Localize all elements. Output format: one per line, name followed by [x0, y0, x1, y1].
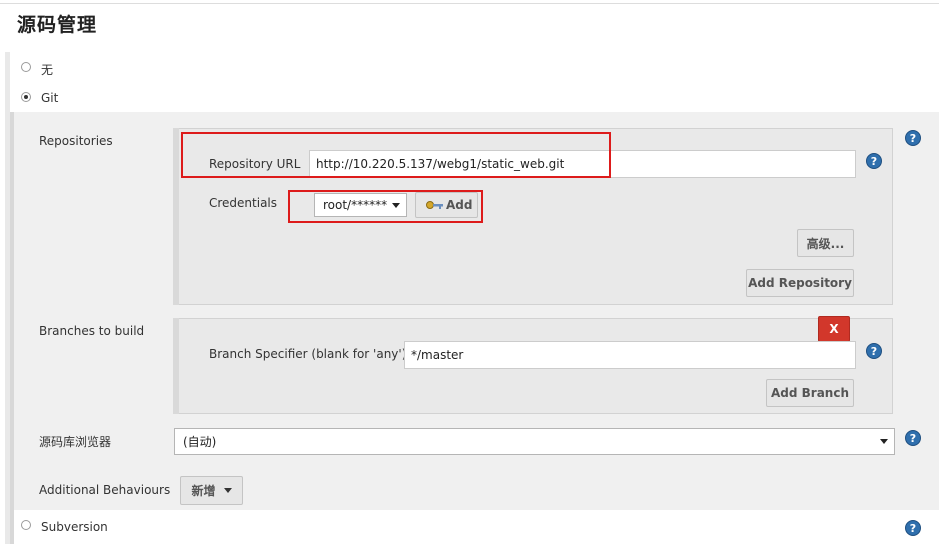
branch-specifier-label: Branch Specifier (blank for 'any'): [209, 347, 407, 361]
branches-panel-edge: [173, 318, 179, 414]
scm-none-radio[interactable]: [21, 62, 31, 72]
highlight-credentials: [288, 190, 483, 223]
branch-specifier-input[interactable]: */master: [404, 341, 856, 369]
branches-label: Branches to build: [39, 324, 145, 338]
repositories-panel-edge: [173, 128, 179, 305]
section-title: 源码管理: [17, 14, 98, 36]
advanced-button[interactable]: 高级...: [797, 229, 854, 257]
scm-git-label[interactable]: Git: [41, 91, 58, 105]
branch-specifier-help-icon[interactable]: ?: [866, 343, 882, 359]
add-behaviour-label: 新增: [191, 484, 216, 498]
add-branch-button[interactable]: Add Branch: [766, 379, 854, 407]
additional-behaviours-label: Additional Behaviours: [39, 483, 171, 497]
scm-subversion-label[interactable]: Subversion: [41, 520, 108, 534]
repository-browser-select[interactable]: (自动): [174, 428, 895, 455]
repository-browser-value: (自动): [183, 435, 217, 449]
repositories-help-icon[interactable]: ?: [905, 130, 921, 146]
add-repository-button[interactable]: Add Repository: [746, 269, 854, 297]
repository-browser-label: 源码库浏览器: [39, 435, 112, 449]
repository-browser-help-icon[interactable]: ?: [905, 430, 921, 446]
chevron-down-icon: [880, 439, 888, 444]
top-divider: [0, 3, 939, 4]
credentials-label: Credentials: [209, 196, 278, 210]
scm-subversion-radio[interactable]: [21, 520, 31, 530]
scm-git-radio[interactable]: [21, 92, 31, 102]
add-behaviour-button[interactable]: 新增: [180, 476, 243, 505]
delete-branch-button[interactable]: X: [818, 316, 850, 342]
subversion-help-icon[interactable]: ?: [905, 520, 921, 536]
scm-none-label[interactable]: 无: [41, 61, 53, 78]
chevron-down-icon: [223, 488, 232, 493]
repositories-label: Repositories: [39, 134, 113, 148]
highlight-repository-url: [181, 132, 611, 178]
repository-url-help-icon[interactable]: ?: [866, 153, 882, 169]
